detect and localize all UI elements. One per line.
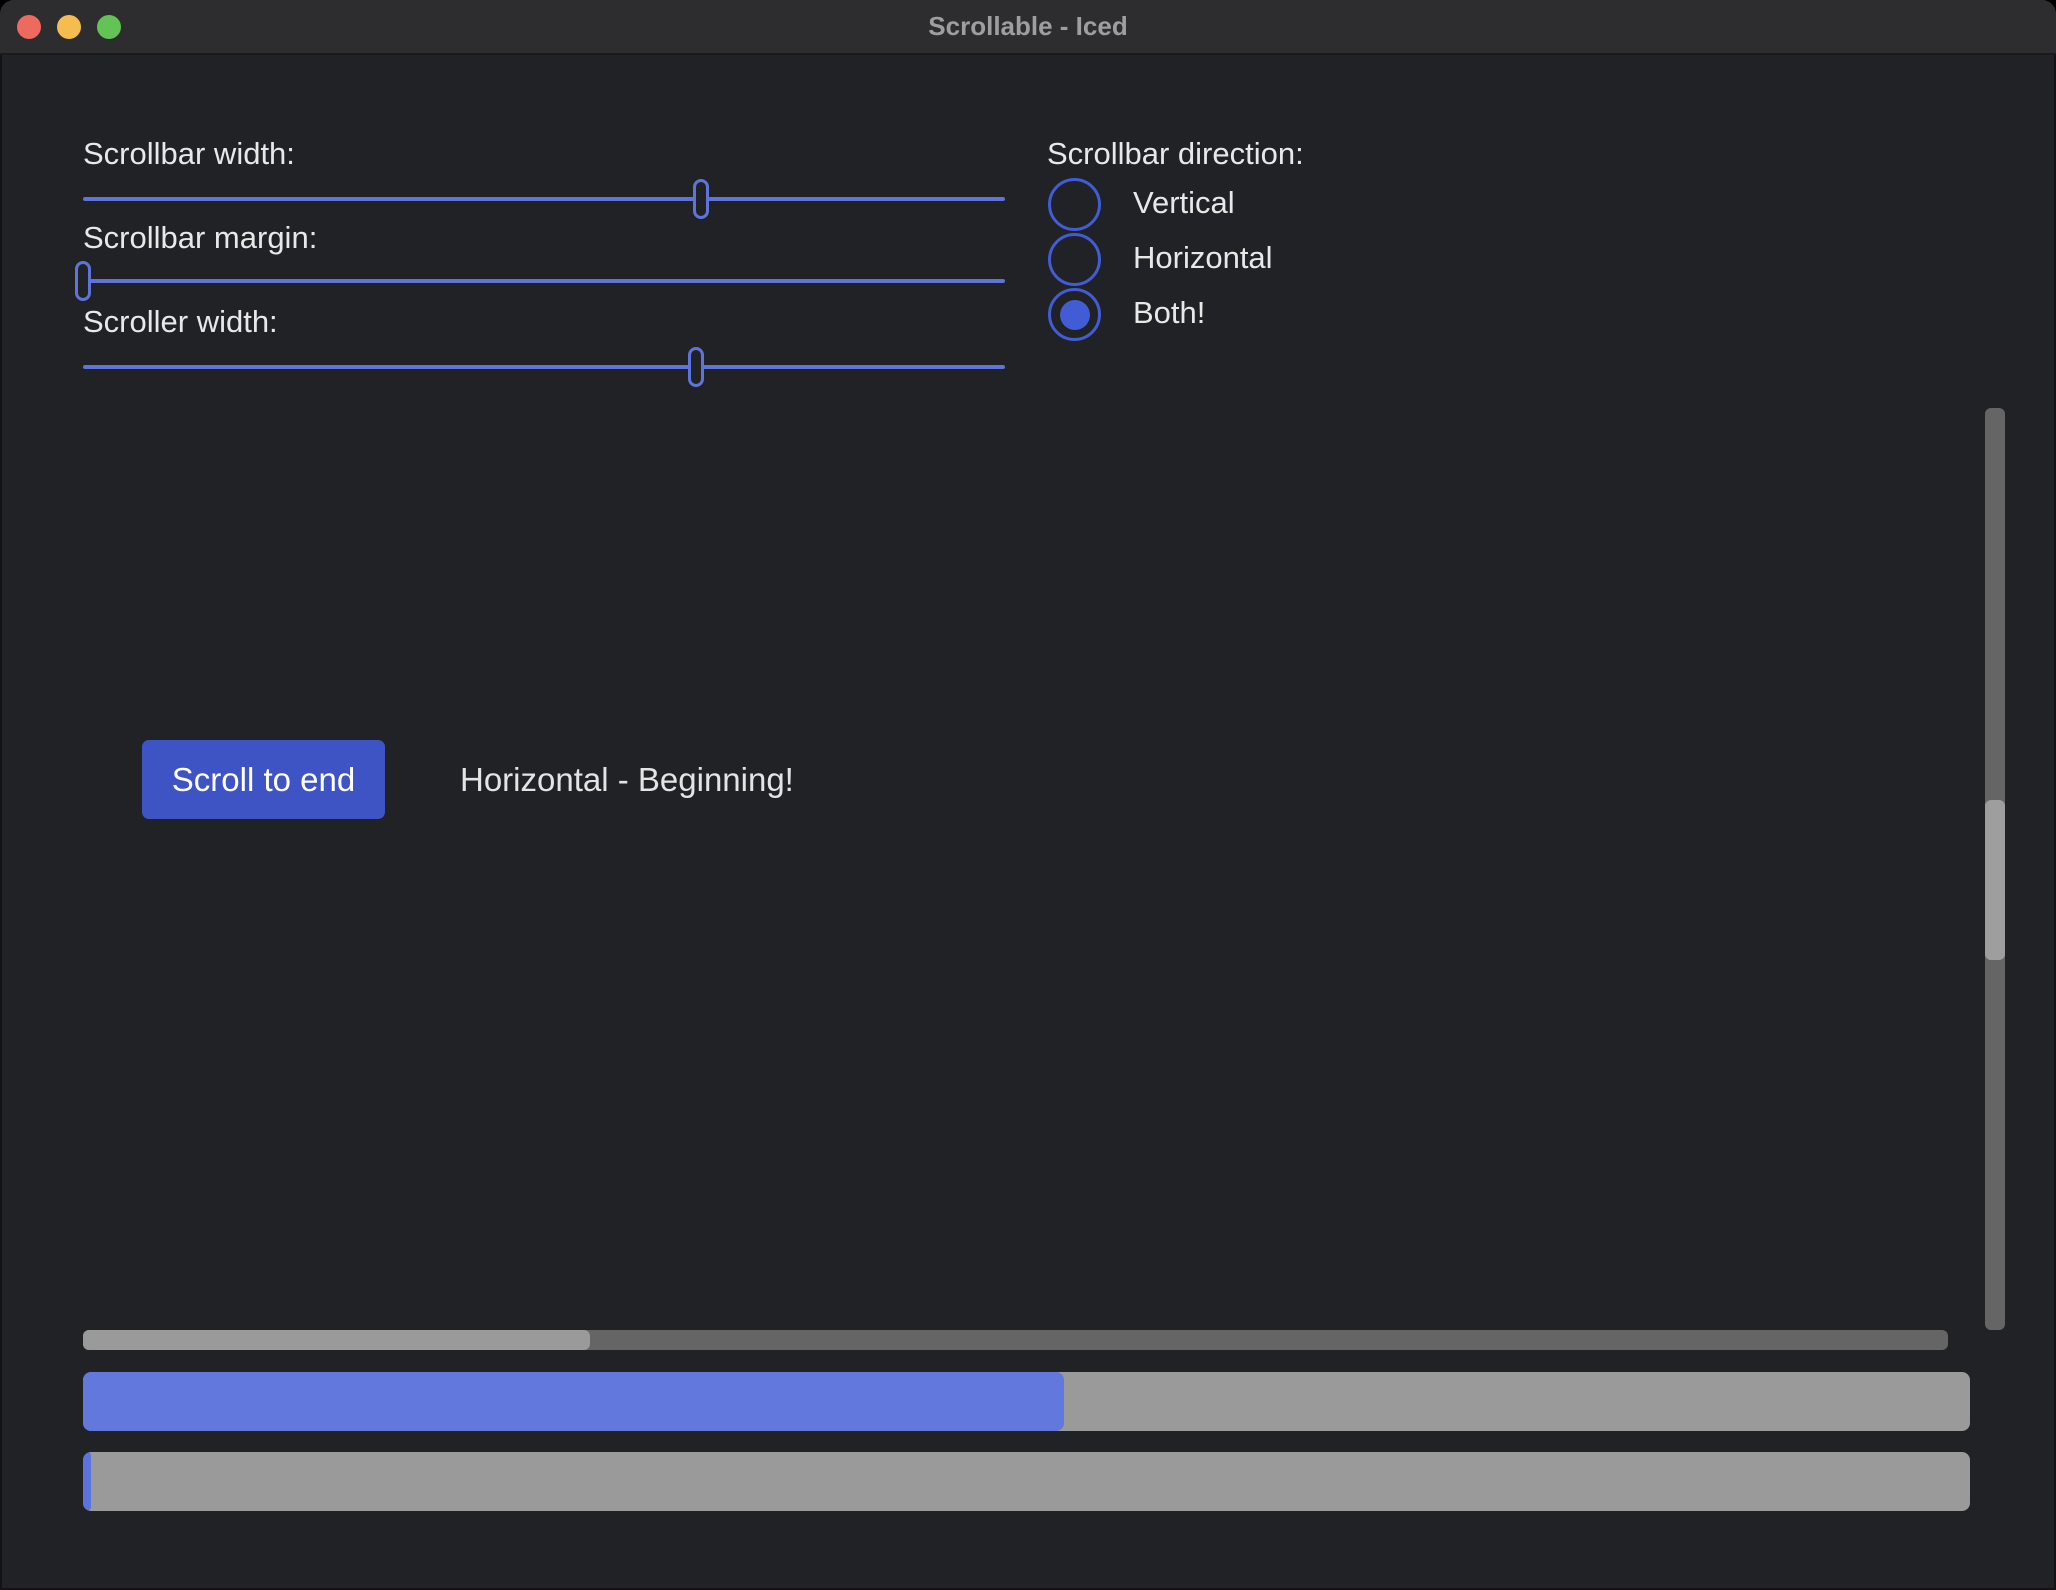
radio-dot-icon — [1060, 300, 1090, 330]
radio-both-label: Both! — [1133, 295, 1205, 331]
scroll-status-text: Horizontal - Beginning! — [460, 761, 794, 799]
radio-circle-icon[interactable] — [1048, 288, 1101, 341]
slider-handle[interactable] — [688, 347, 704, 387]
slider-handle[interactable] — [693, 179, 709, 219]
app-window: Scrollable - Iced Scrollbar width: Scrol… — [0, 0, 2056, 1590]
radio-circle-icon[interactable] — [1048, 233, 1101, 286]
progress-fill — [83, 1372, 1064, 1431]
vertical-scrollbar[interactable] — [1985, 408, 2005, 1330]
title-bar[interactable]: Scrollable - Iced — [0, 0, 2056, 55]
scroller-width-slider[interactable] — [83, 347, 1005, 387]
slider-rail[interactable] — [83, 365, 1005, 369]
vertical-scrollbar-thumb[interactable] — [1985, 800, 2005, 960]
scrollbar-margin-slider[interactable] — [83, 261, 1005, 301]
horizontal-progress-bar — [83, 1372, 1970, 1431]
scrollbar-width-label: Scrollbar width: — [83, 136, 295, 172]
horizontal-scrollbar-thumb[interactable] — [83, 1330, 590, 1350]
progress-fill — [83, 1452, 91, 1511]
slider-handle[interactable] — [75, 261, 91, 301]
vertical-progress-bar — [83, 1452, 1970, 1511]
scrollbar-direction-label: Scrollbar direction: — [1047, 136, 1304, 172]
radio-vertical-label: Vertical — [1133, 185, 1235, 221]
slider-rail[interactable] — [83, 279, 1005, 283]
scroll-to-end-button[interactable]: Scroll to end — [142, 740, 385, 819]
window-title: Scrollable - Iced — [0, 0, 2056, 53]
slider-rail[interactable] — [83, 197, 1005, 201]
radio-circle-icon[interactable] — [1048, 178, 1101, 231]
scrollbar-width-slider[interactable] — [83, 179, 1005, 219]
scrollbar-margin-label: Scrollbar margin: — [83, 220, 317, 256]
horizontal-scrollbar[interactable] — [83, 1330, 1948, 1350]
scroller-width-label: Scroller width: — [83, 304, 278, 340]
radio-horizontal-label: Horizontal — [1133, 240, 1273, 276]
